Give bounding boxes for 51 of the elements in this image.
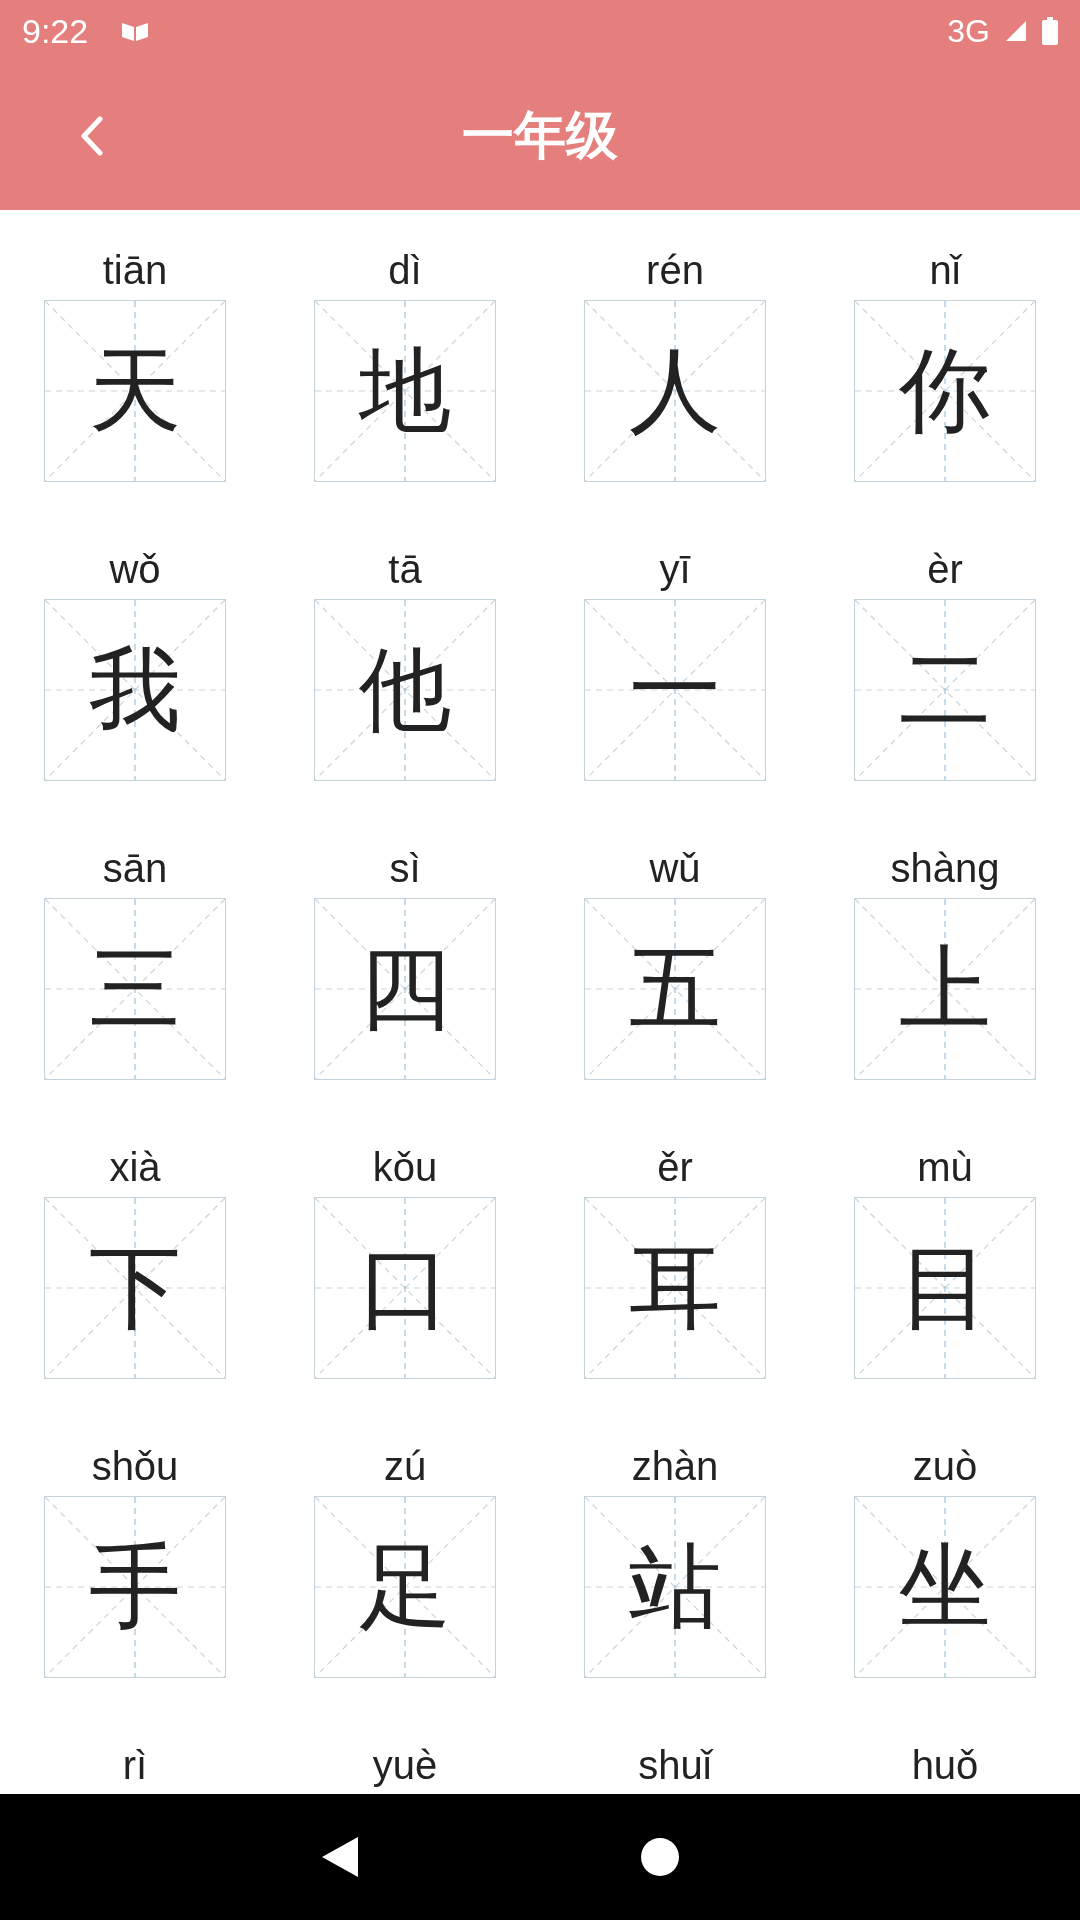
character-card[interactable]: 二 [854,599,1036,781]
pinyin-label: kǒu [372,1144,438,1191]
pinyin-label: sì [389,845,421,892]
pinyin-label: wǔ [649,845,701,892]
pinyin-label: huǒ [911,1742,979,1789]
pinyin-label: shuǐ [638,1742,712,1789]
pinyin-label: yī [659,546,691,593]
character-card[interactable]: 五 [584,898,766,1080]
pinyin-label: ěr [657,1144,693,1191]
character-card[interactable]: 三 [44,898,226,1080]
character-card[interactable]: 下 [44,1197,226,1379]
pinyin-label: tiān [102,247,168,294]
pinyin-label: shàng [890,845,1000,892]
pinyin-label: xià [109,1144,161,1191]
network-type: 3G [947,12,990,50]
character-card[interactable]: 他 [314,599,496,781]
pinyin-label: zhàn [631,1443,719,1490]
character-card[interactable]: 耳 [584,1197,766,1379]
pinyin-label: rén [646,247,704,294]
character-card[interactable]: 一 [584,599,766,781]
character-card[interactable]: 地 [314,300,496,482]
character-card[interactable]: 你 [854,300,1036,482]
character-card[interactable]: 目 [854,1197,1036,1379]
pinyin-label: shǒu [91,1443,179,1490]
character-card[interactable]: 坐 [854,1496,1036,1678]
character-card[interactable]: 天 [44,300,226,482]
pinyin-label: tā [388,546,422,593]
character-card[interactable]: 口 [314,1197,496,1379]
character-card[interactable]: 人 [584,300,766,482]
page-title: 一年级 [462,104,618,167]
home-icon[interactable] [640,1837,680,1877]
pinyin-label: zú [383,1443,427,1490]
character-card[interactable]: 站 [584,1496,766,1678]
character-card[interactable]: 上 [854,898,1036,1080]
character-card[interactable]: 足 [314,1496,496,1678]
pinyin-label: zuò [912,1443,978,1490]
pinyin-label: mù [917,1144,973,1191]
pinyin-label: nǐ [929,247,961,294]
pinyin-label: èr [927,546,963,593]
back-icon[interactable] [320,1835,360,1879]
status-time: 9:22 [22,11,89,51]
pinyin-label: yuè [372,1742,438,1789]
character-card[interactable]: 手 [44,1496,226,1678]
pinyin-label: rì [122,1742,148,1789]
pinyin-label: wǒ [109,546,161,593]
battery-icon [1042,17,1058,45]
signal-icon [1004,19,1028,43]
character-card[interactable]: 我 [44,599,226,781]
character-card[interactable]: 四 [314,898,496,1080]
pinyin-label: dì [388,247,422,294]
pinyin-label: sān [102,845,168,892]
